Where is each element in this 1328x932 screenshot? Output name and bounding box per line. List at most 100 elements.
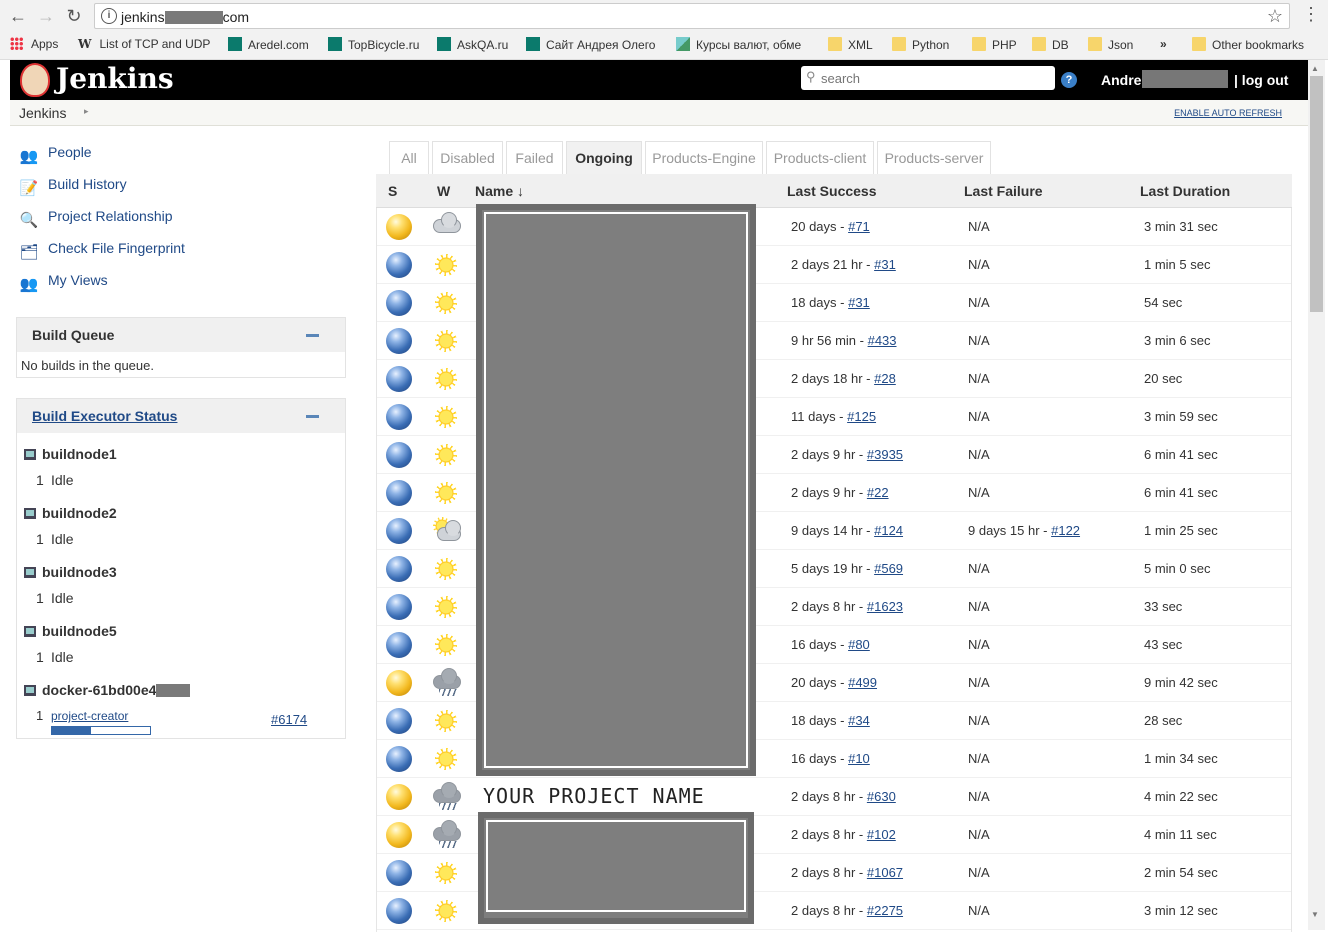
scroll-down-icon[interactable]: ▼ <box>1311 910 1319 919</box>
bookmark-folder-db[interactable]: DB <box>1032 37 1069 52</box>
help-icon[interactable]: ? <box>1061 72 1077 88</box>
status-blue-ball-icon[interactable] <box>386 252 412 278</box>
task-check-file-fingerprint[interactable]: 🗂 Check File Fingerprint <box>18 240 184 262</box>
col-weather[interactable]: W <box>437 183 450 199</box>
task-project-relationship[interactable]: 🔍 Project Relationship <box>18 208 173 230</box>
node-buildnode3[interactable]: buildnode3 <box>24 564 117 580</box>
status-blue-ball-icon[interactable] <box>386 480 412 506</box>
weather-partly-cloudy-icon[interactable] <box>431 517 461 545</box>
node-docker[interactable]: docker-61bd00e4 <box>24 682 191 698</box>
executor-build-link[interactable]: #6174 <box>271 712 307 727</box>
scroll-up-icon[interactable]: ▲ <box>1311 64 1319 73</box>
tab-ongoing[interactable]: Ongoing <box>566 141 642 174</box>
col-last-success[interactable]: Last Success <box>787 183 877 199</box>
last-success-build-link[interactable]: #31 <box>874 257 896 272</box>
weather-sunny-icon[interactable] <box>431 745 461 773</box>
last-success-build-link[interactable]: #31 <box>848 295 870 310</box>
weather-sunny-icon[interactable] <box>431 859 461 887</box>
bookmarks-more-button[interactable]: » <box>1160 37 1167 51</box>
status-blue-ball-icon[interactable] <box>386 518 412 544</box>
status-yellow-ball-icon[interactable] <box>386 822 412 848</box>
status-blue-ball-icon[interactable] <box>386 328 412 354</box>
tab-all[interactable]: All <box>389 141 429 174</box>
status-yellow-ball-icon[interactable] <box>386 670 412 696</box>
weather-sunny-icon[interactable] <box>431 707 461 735</box>
tab-failed[interactable]: Failed <box>506 141 563 174</box>
search-box[interactable]: ⚲ <box>801 66 1055 90</box>
site-info-icon[interactable]: i <box>101 8 117 24</box>
browser-menu-icon[interactable]: ⋮ <box>1302 4 1320 25</box>
last-success-build-link[interactable]: #3935 <box>867 447 903 462</box>
bookmark-topbicycle[interactable]: TopBicycle.ru <box>328 37 419 52</box>
enable-auto-refresh-link[interactable]: ENABLE AUTO REFRESH <box>1174 108 1282 118</box>
bookmark-andrey-site[interactable]: Сайт Андрея Олего <box>526 37 655 52</box>
bookmark-currency[interactable]: Курсы валют, обме <box>676 37 801 52</box>
node-buildnode5[interactable]: buildnode5 <box>24 623 117 639</box>
bookmark-other[interactable]: Other bookmarks <box>1192 37 1304 52</box>
weather-sunny-icon[interactable] <box>431 479 461 507</box>
tab-products-engine[interactable]: Products-Engine <box>645 141 763 174</box>
last-success-build-link[interactable]: #433 <box>868 333 897 348</box>
address-bar[interactable]: i jenkins com ☆ <box>94 3 1290 29</box>
last-success-build-link[interactable]: #22 <box>867 485 889 500</box>
last-success-build-link[interactable]: #125 <box>847 409 876 424</box>
weather-cloudy-icon[interactable] <box>431 212 461 241</box>
status-blue-ball-icon[interactable] <box>386 290 412 316</box>
last-success-build-link[interactable]: #569 <box>874 561 903 576</box>
weather-sunny-icon[interactable] <box>431 631 461 659</box>
col-last-failure[interactable]: Last Failure <box>964 183 1043 199</box>
last-success-build-link[interactable]: #34 <box>848 713 870 728</box>
search-input[interactable] <box>821 69 1049 87</box>
node-buildnode2[interactable]: buildnode2 <box>24 505 117 521</box>
task-my-views[interactable]: 👥 My Views <box>18 272 108 294</box>
col-name[interactable]: Name ↓ <box>475 183 524 199</box>
last-success-build-link[interactable]: #1067 <box>867 865 903 880</box>
weather-sunny-icon[interactable] <box>431 365 461 393</box>
col-last-duration[interactable]: Last Duration <box>1140 183 1230 199</box>
last-success-build-link[interactable]: #499 <box>848 675 877 690</box>
status-blue-ball-icon[interactable] <box>386 556 412 582</box>
weather-sunny-icon[interactable] <box>431 555 461 583</box>
project-name-link[interactable]: YOUR PROJECT NAME <box>483 784 705 808</box>
forward-arrow-icon[interactable]: → <box>36 6 56 26</box>
weather-sunny-icon[interactable] <box>431 327 461 355</box>
bookmark-askqa[interactable]: AskQA.ru <box>437 37 508 52</box>
executor-job-link[interactable]: project-creator <box>51 709 128 723</box>
breadcrumb-arrow-icon[interactable]: ▸ <box>84 106 89 117</box>
weather-sunny-icon[interactable] <box>431 897 461 925</box>
tab-products-client[interactable]: Products-client <box>766 141 874 174</box>
task-people[interactable]: 👥 People <box>18 144 92 166</box>
weather-sunny-icon[interactable] <box>431 403 461 431</box>
bookmark-folder-python[interactable]: Python <box>892 37 949 52</box>
bookmark-folder-json[interactable]: Json <box>1088 37 1133 52</box>
breadcrumb-jenkins[interactable]: Jenkins <box>19 105 66 121</box>
bookmark-star-icon[interactable]: ☆ <box>1267 6 1283 27</box>
logout-link[interactable]: | log out <box>1234 72 1288 88</box>
user-name-link[interactable]: Andrei <box>1101 72 1145 88</box>
last-success-build-link[interactable]: #630 <box>867 789 896 804</box>
last-success-build-link[interactable]: #2275 <box>867 903 903 918</box>
bookmark-tcp-udp[interactable]: W List of TCP and UDP <box>78 37 210 51</box>
jenkins-butler-logo-icon[interactable] <box>20 63 50 97</box>
tab-products-server[interactable]: Products-server <box>877 141 991 174</box>
status-blue-ball-icon[interactable] <box>386 366 412 392</box>
status-blue-ball-icon[interactable] <box>386 746 412 772</box>
tab-disabled[interactable]: Disabled <box>432 141 503 174</box>
weather-sunny-icon[interactable] <box>431 593 461 621</box>
collapse-icon[interactable] <box>306 415 319 418</box>
last-success-build-link[interactable]: #80 <box>848 637 870 652</box>
weather-sunny-icon[interactable] <box>431 251 461 279</box>
node-buildnode1[interactable]: buildnode1 <box>24 446 117 462</box>
collapse-icon[interactable] <box>306 334 319 337</box>
weather-sunny-icon[interactable] <box>431 289 461 317</box>
scrollbar-thumb[interactable] <box>1310 76 1323 312</box>
task-build-history[interactable]: 📝 Build History <box>18 176 127 198</box>
status-blue-ball-icon[interactable] <box>386 632 412 658</box>
weather-rain-icon[interactable] <box>431 668 461 697</box>
jenkins-logo-text[interactable]: Jenkins <box>56 62 174 95</box>
last-success-build-link[interactable]: #102 <box>867 827 896 842</box>
reload-icon[interactable]: ↻ <box>64 6 84 26</box>
bookmark-apps[interactable]: Apps <box>10 37 58 51</box>
status-blue-ball-icon[interactable] <box>386 594 412 620</box>
status-blue-ball-icon[interactable] <box>386 404 412 430</box>
